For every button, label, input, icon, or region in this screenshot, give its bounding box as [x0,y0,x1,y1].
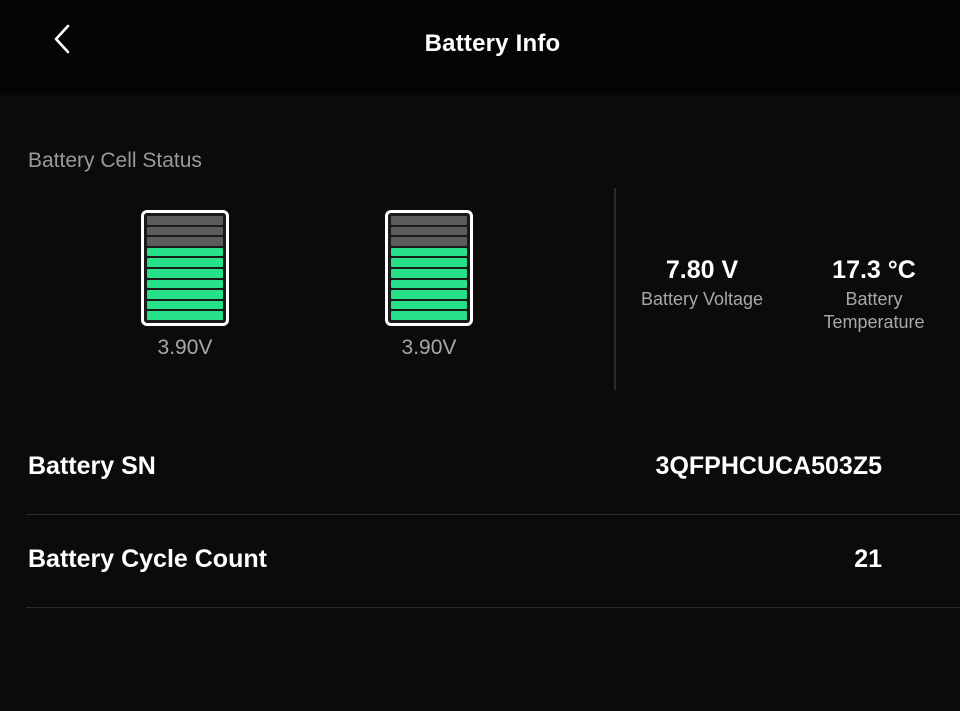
cell-segment-filled [147,279,223,289]
header-bar: Battery Info [0,0,960,95]
cell-segment-filled [147,290,223,299]
cell-segment-empty [391,237,467,246]
cell-segment-filled [147,268,223,278]
temperature-label-line1: Battery [845,289,903,309]
cell-level-bars [391,216,467,320]
vertical-divider [614,188,616,390]
temperature-label-line2: Temperature [823,312,925,332]
battery-cell-icon [141,210,229,326]
battery-voltage-value: 7.80 V [665,256,739,284]
cell-segment-filled [147,247,223,257]
battery-cell-2: 3.90V [385,210,473,359]
cell-segment-filled [391,300,467,310]
cell-segment-filled [391,311,467,320]
cell-segment-empty [391,216,467,225]
cell-segment-filled [391,268,467,278]
cell-segment-filled [391,258,467,267]
cell-segment-filled [147,258,223,267]
section-label-cell-status: Battery Cell Status [28,149,202,172]
cell-segment-empty [391,226,467,236]
battery-sn-value: 3QFPHCUCA503Z5 [655,452,882,480]
battery-voltage-stat: 7.80 V Battery Voltage [622,256,782,311]
cell-segment-filled [147,300,223,310]
battery-cycle-count-value: 21 [854,545,882,573]
cell-segment-filled [391,279,467,289]
battery-temperature-stat: 17.3 °C Battery Temperature [796,256,952,334]
cell-segment-empty [147,216,223,225]
battery-cell-icon [385,210,473,326]
cell-segment-empty [147,226,223,236]
cell-segment-empty [147,237,223,246]
battery-cell-1: 3.90V [141,210,229,359]
battery-voltage-label: Battery Voltage [640,289,764,309]
battery-cycle-count-row: Battery Cycle Count 21 [26,513,960,608]
cell-voltage: 3.90V [401,336,457,359]
cell-segment-filled [147,311,223,320]
page-title: Battery Info [424,30,561,57]
cell-segment-filled [391,247,467,257]
battery-cycle-count-label: Battery Cycle Count [28,545,267,573]
battery-temperature-value: 17.3 °C [832,256,916,284]
battery-temperature-label: Battery Temperature [796,288,952,334]
battery-sn-label: Battery SN [28,452,156,480]
cell-level-bars [147,216,223,320]
cell-voltage: 3.90V [157,336,213,359]
cell-segment-filled [391,290,467,299]
battery-sn-row: Battery SN 3QFPHCUCA503Z5 [26,420,960,515]
